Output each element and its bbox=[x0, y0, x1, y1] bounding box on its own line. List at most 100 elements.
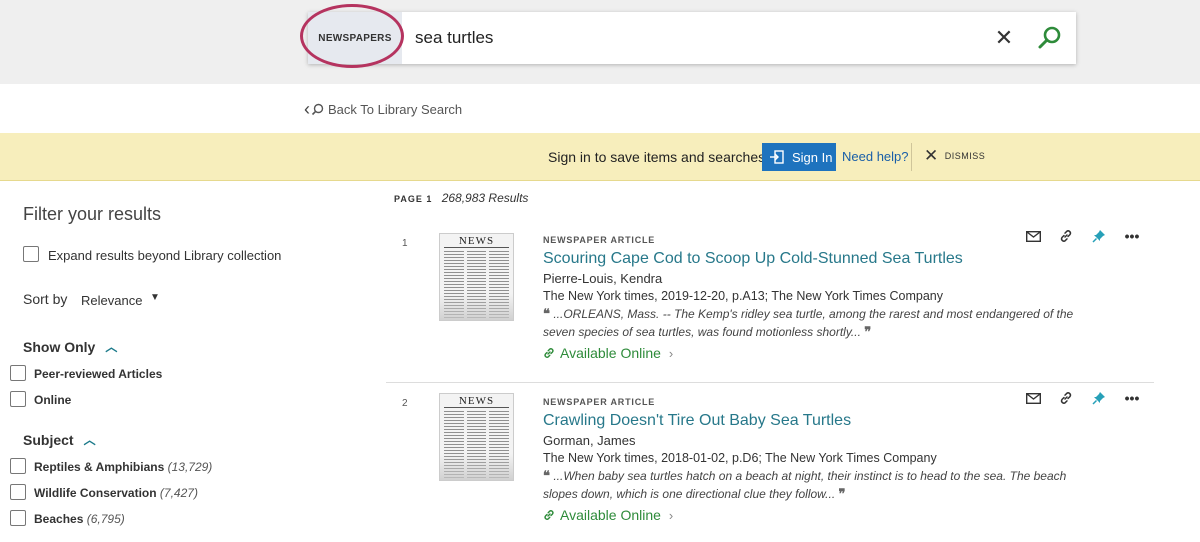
search-input[interactable]: sea turtles bbox=[415, 12, 493, 64]
expand-results-checkbox[interactable] bbox=[23, 246, 39, 262]
facet-name: Beaches bbox=[34, 512, 84, 526]
result-title-link[interactable]: Scouring Cape Cod to Scoop Up Cold-Stunn… bbox=[543, 250, 963, 268]
subject-beaches-label: Beaches (6,795) bbox=[34, 512, 125, 526]
email-button[interactable] bbox=[1024, 389, 1042, 407]
result-source: The New York times, 2018-01-02, p.D6; Th… bbox=[543, 451, 937, 465]
subject-toggle[interactable]: Subject ︿ bbox=[23, 431, 96, 448]
result-item: 2 NEWS NEWSPAPER ARTICLE Crawling Doesn'… bbox=[386, 382, 1154, 542]
more-actions-button[interactable]: ••• bbox=[1123, 389, 1141, 407]
sort-label: Sort by bbox=[23, 291, 68, 307]
available-online-link[interactable]: Available Online › bbox=[543, 507, 673, 523]
pin-icon bbox=[1092, 392, 1105, 405]
thumbnail-masthead: NEWS bbox=[444, 234, 509, 248]
banner-divider bbox=[911, 143, 912, 171]
close-quote-icon: ❞ bbox=[838, 486, 846, 501]
envelope-icon bbox=[1025, 230, 1041, 242]
subject-wildlife-checkbox[interactable] bbox=[10, 484, 26, 500]
result-actions: ••• bbox=[1024, 227, 1141, 245]
result-snippet: ❝ ...When baby sea turtles hatch on a be… bbox=[543, 467, 1083, 503]
page-number: PAGE 1 bbox=[394, 194, 433, 204]
permalink-button[interactable] bbox=[1057, 389, 1075, 407]
thumbnail-masthead: NEWS bbox=[444, 394, 509, 408]
subject-beaches-checkbox[interactable] bbox=[10, 510, 26, 526]
subject-wildlife-label: Wildlife Conservation (7,427) bbox=[34, 486, 198, 500]
link-icon bbox=[1060, 392, 1072, 404]
search-icon bbox=[311, 103, 324, 115]
result-author: Gorman, James bbox=[543, 433, 636, 448]
back-link-label: Back To Library Search bbox=[328, 101, 463, 117]
peer-reviewed-checkbox[interactable] bbox=[10, 365, 26, 381]
subject-heading: Subject bbox=[23, 431, 74, 448]
available-online-link[interactable]: Available Online › bbox=[543, 345, 673, 361]
facet-count: (13,729) bbox=[167, 460, 213, 474]
filter-title: Filter your results bbox=[23, 204, 162, 224]
close-quote-icon: ❞ bbox=[864, 324, 872, 339]
sort-select[interactable]: Relevance bbox=[81, 293, 142, 308]
availability-label: Available Online bbox=[560, 507, 661, 523]
result-author: Pierre-Louis, Kendra bbox=[543, 271, 663, 286]
signin-button-label: Sign In bbox=[792, 149, 833, 165]
result-number: 2 bbox=[402, 398, 408, 409]
facet-name: Wildlife Conservation bbox=[34, 486, 157, 500]
result-snippet: ❝ ...ORLEANS, Mass. -- The Kemp's ridley… bbox=[543, 305, 1083, 341]
result-title-link[interactable]: Crawling Doesn't Tire Out Baby Sea Turtl… bbox=[543, 412, 851, 430]
link-icon bbox=[544, 510, 554, 520]
result-type: NEWSPAPER ARTICLE bbox=[543, 235, 656, 245]
link-icon bbox=[1060, 230, 1072, 242]
link-icon bbox=[544, 348, 554, 358]
envelope-icon bbox=[1025, 392, 1041, 404]
ellipsis-icon: ••• bbox=[1124, 228, 1140, 244]
ellipsis-icon: ••• bbox=[1124, 390, 1140, 406]
chevron-right-icon: › bbox=[668, 345, 674, 361]
newspaper-thumbnail[interactable]: NEWS bbox=[439, 393, 514, 481]
snippet-text: ...ORLEANS, Mass. -- The Kemp's ridley s… bbox=[543, 307, 1074, 339]
pin-icon bbox=[1092, 230, 1105, 243]
signin-banner: Sign in to save items and searches Sign … bbox=[0, 133, 1200, 181]
pin-button[interactable] bbox=[1090, 389, 1108, 407]
newspaper-thumbnail[interactable]: NEWS bbox=[439, 233, 514, 321]
results-count: 268,983 Results bbox=[441, 191, 529, 205]
permalink-button[interactable] bbox=[1057, 227, 1075, 245]
close-icon: ✕ bbox=[994, 25, 1014, 50]
close-icon: ✕ bbox=[924, 146, 939, 165]
result-type: NEWSPAPER ARTICLE bbox=[543, 397, 656, 407]
caret-down-icon[interactable]: ▼ bbox=[150, 292, 160, 303]
result-actions: ••• bbox=[1024, 389, 1141, 407]
facet-count: (6,795) bbox=[86, 512, 125, 526]
result-item: 1 NEWS NEWSPAPER ARTICLE Scouring Cape C… bbox=[386, 229, 1154, 389]
online-checkbox[interactable] bbox=[10, 391, 26, 407]
scope-highlight-ring bbox=[300, 4, 404, 68]
pin-button[interactable] bbox=[1090, 227, 1108, 245]
email-button[interactable] bbox=[1024, 227, 1042, 245]
chevron-up-icon: ︿ bbox=[83, 433, 96, 447]
search-icon bbox=[1038, 26, 1061, 49]
facet-name: Reptiles & Amphibians bbox=[34, 460, 165, 474]
clear-search-button[interactable]: ✕ bbox=[992, 26, 1016, 50]
filter-sidebar: Filter your results Expand results beyon… bbox=[0, 182, 380, 532]
dismiss-button[interactable]: ✕ DISMISS bbox=[924, 146, 986, 165]
search-box: NEWSPAPERS sea turtles ✕ bbox=[300, 4, 1076, 68]
banner-message: Sign in to save items and searches bbox=[548, 149, 766, 165]
snippet-text: ...When baby sea turtles hatch on a beac… bbox=[543, 469, 1067, 501]
show-only-heading: Show Only bbox=[23, 338, 96, 355]
peer-reviewed-label: Peer-reviewed Articles bbox=[34, 367, 163, 381]
open-quote-icon: ❝ bbox=[543, 306, 550, 321]
signin-button[interactable]: Sign In bbox=[762, 143, 836, 171]
need-help-link[interactable]: Need help? bbox=[842, 149, 909, 164]
show-only-toggle[interactable]: Show Only ︿ bbox=[23, 338, 117, 355]
facet-count: (7,427) bbox=[159, 486, 198, 500]
chevron-up-icon: ︿ bbox=[105, 340, 118, 354]
dismiss-label: DISMISS bbox=[944, 151, 986, 161]
subject-reptiles-checkbox[interactable] bbox=[10, 458, 26, 474]
back-to-library-search-link[interactable]: ‹ Back To Library Search bbox=[304, 99, 463, 119]
open-quote-icon: ❝ bbox=[543, 468, 550, 483]
subject-reptiles-label: Reptiles & Amphibians (13,729) bbox=[34, 460, 212, 474]
online-label: Online bbox=[34, 393, 72, 407]
result-source: The New York times, 2019-12-20, p.A13; T… bbox=[543, 289, 943, 303]
result-number: 1 bbox=[402, 238, 408, 249]
chevron-right-icon: › bbox=[668, 507, 674, 523]
availability-label: Available Online bbox=[560, 345, 661, 361]
more-actions-button[interactable]: ••• bbox=[1123, 227, 1141, 245]
search-button[interactable] bbox=[1036, 24, 1064, 52]
search-band: NEWSPAPERS sea turtles ✕ bbox=[0, 0, 1200, 84]
